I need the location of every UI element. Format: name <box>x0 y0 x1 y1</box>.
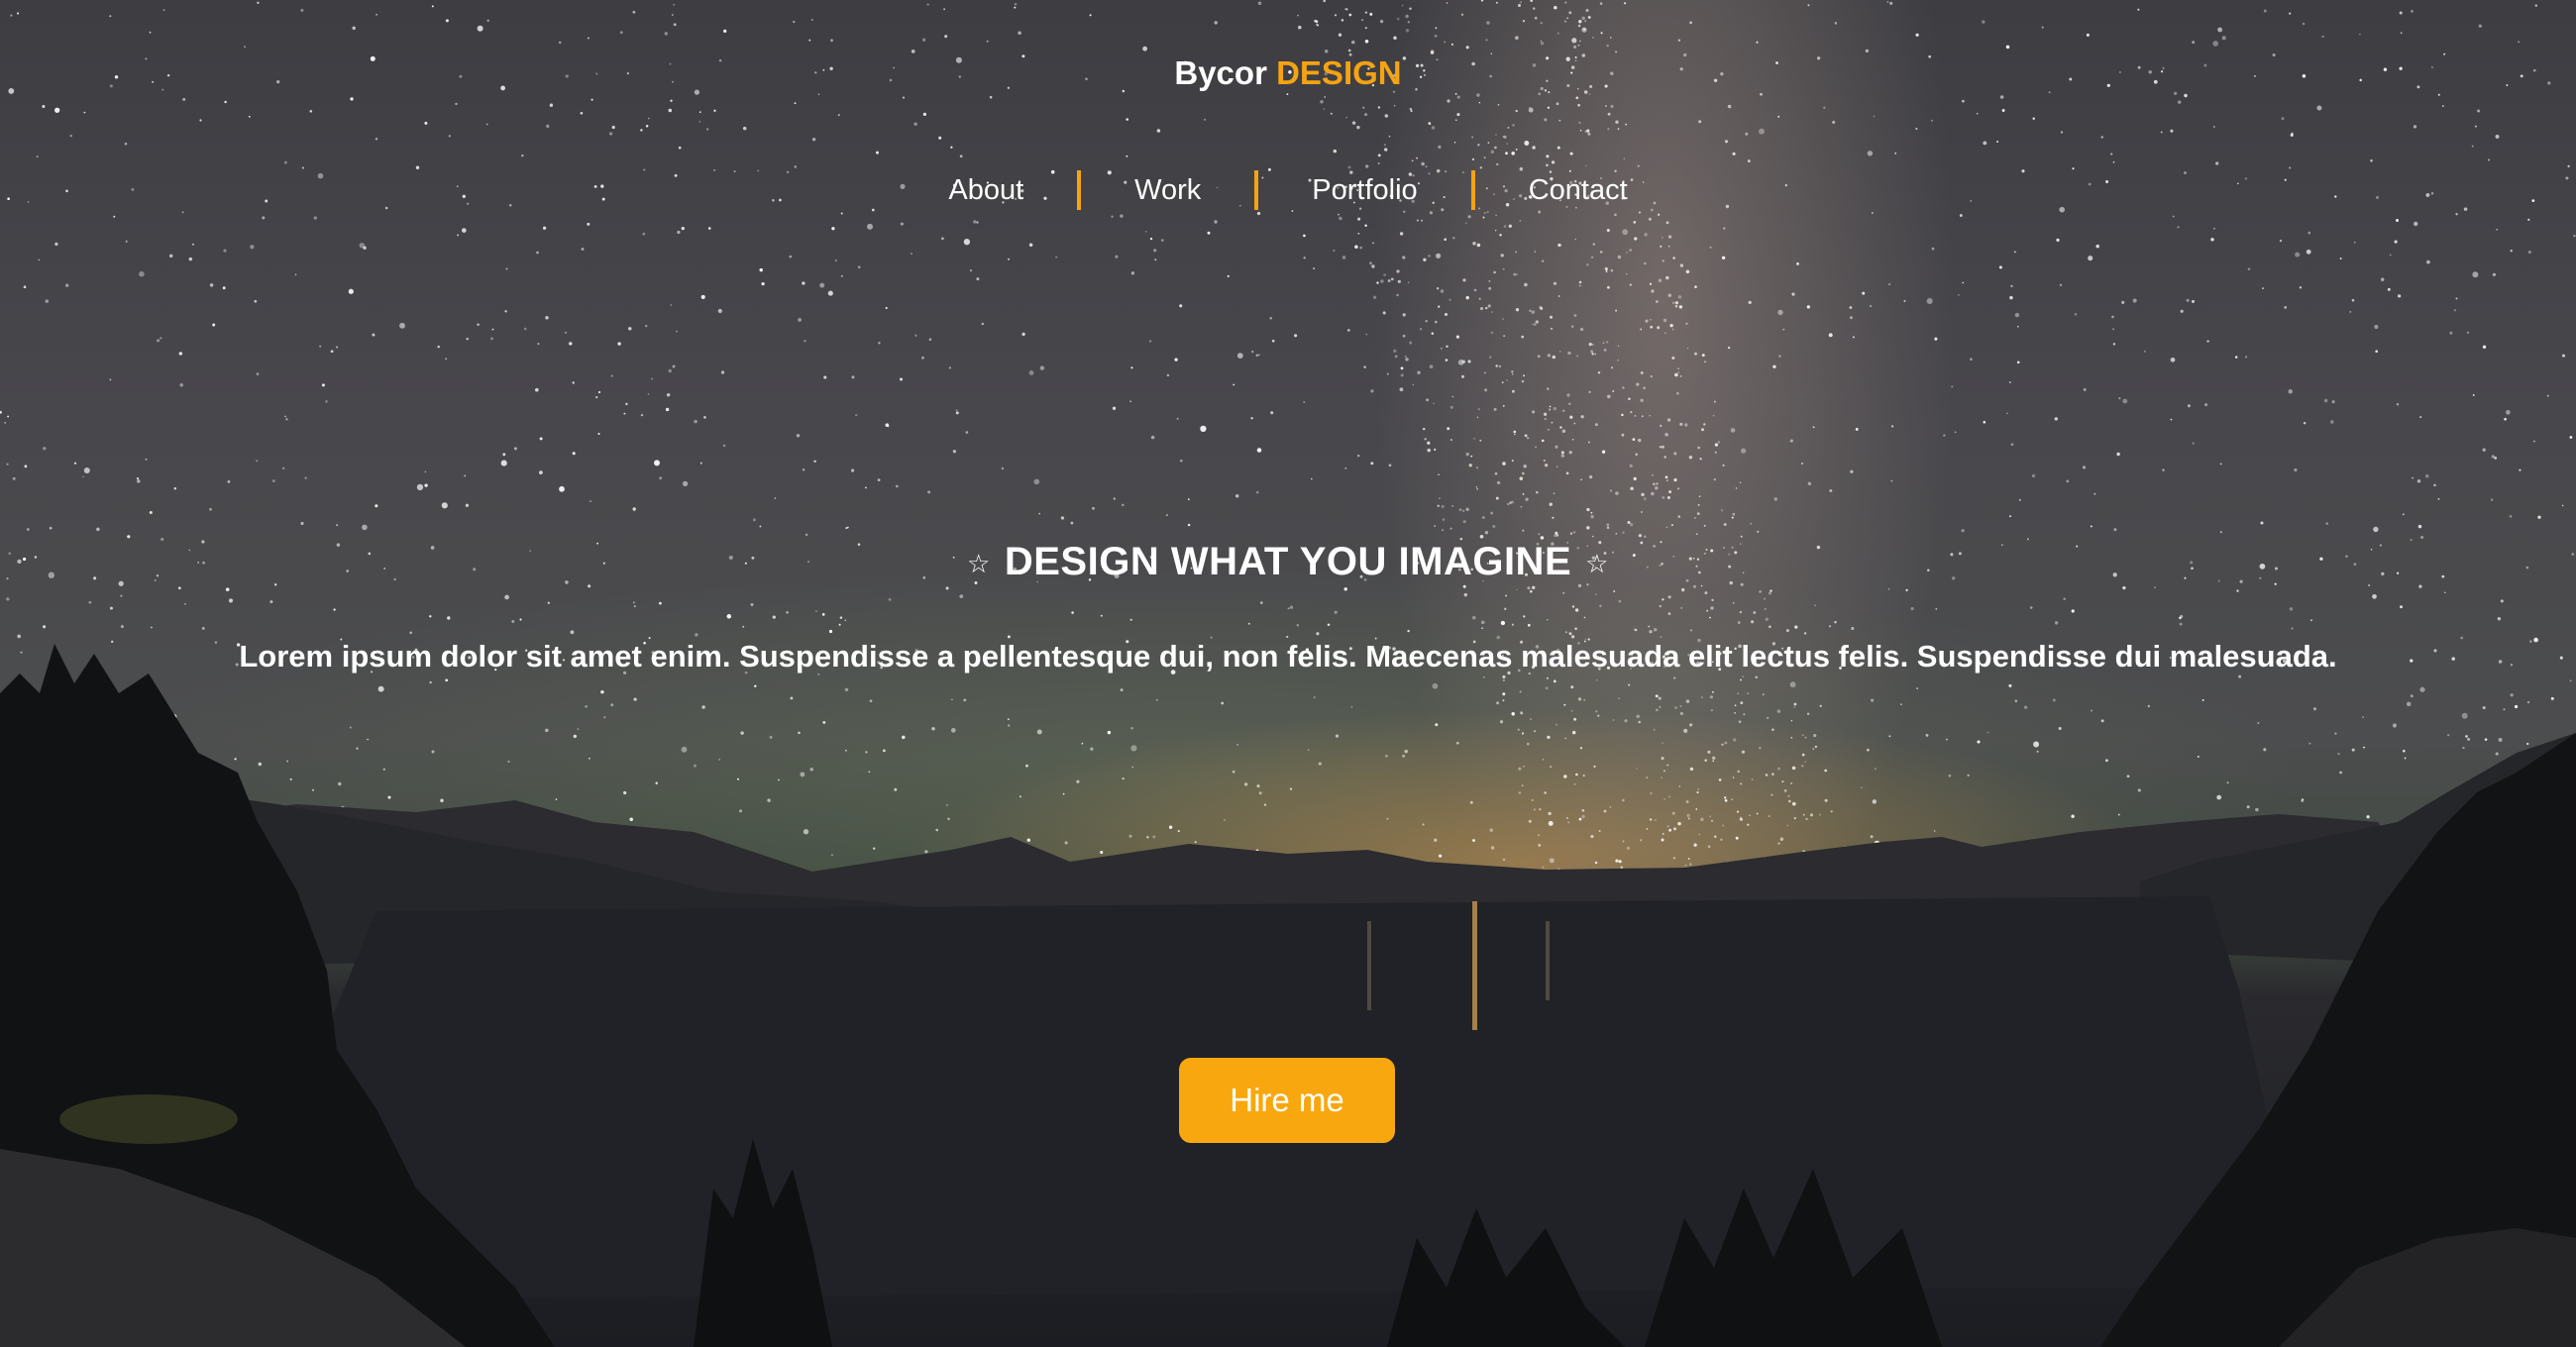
hero-headline-text: DESIGN WHAT YOU IMAGINE <box>1004 540 1572 583</box>
nav-link-work[interactable]: Work <box>1081 170 1254 210</box>
hire-me-button[interactable]: Hire me <box>1179 1058 1395 1143</box>
main-navigation: About Work Portfolio Contact <box>0 170 2576 210</box>
brand-logo[interactable]: Bycor DESIGN <box>0 54 2576 92</box>
brand-name-accent: DESIGN <box>1276 54 1402 91</box>
nav-link-portfolio[interactable]: Portfolio <box>1258 170 1470 210</box>
nav-link-contact[interactable]: Contact <box>1475 170 1681 210</box>
nav-link-about[interactable]: About <box>895 170 1077 210</box>
hero-headline: ☆ DESIGN WHAT YOU IMAGINE ☆ <box>0 540 2576 584</box>
star-icon: ☆ <box>967 548 991 578</box>
hero-section: Bycor DESIGN About Work Portfolio Contac… <box>0 0 2576 1347</box>
hero-subheadline: Lorem ipsum dolor sit amet enim. Suspend… <box>239 639 2337 674</box>
star-icon: ☆ <box>1585 548 1609 578</box>
brand-name-primary: Bycor <box>1174 54 1267 91</box>
